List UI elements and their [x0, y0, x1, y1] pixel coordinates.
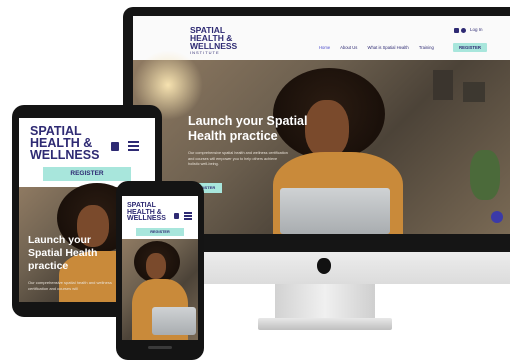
- tablet-logo[interactable]: SPATIAL HEALTH & WELLNESS: [30, 125, 100, 162]
- nav-home[interactable]: Home: [319, 45, 330, 50]
- tablet-menu-icon[interactable]: [128, 141, 139, 152]
- monitor-stand: [275, 284, 375, 322]
- tablet-register-button[interactable]: REGISTER: [43, 167, 131, 181]
- logo-line-3: WELLNESS: [190, 41, 238, 52]
- phone-cart-icon[interactable]: [174, 213, 179, 219]
- phone-hero-image: [122, 239, 198, 340]
- phone-home-indicator: [148, 346, 172, 349]
- tablet-logo-line-3: WELLNESS: [30, 147, 100, 162]
- desktop-hero-title-line-2: Health practice: [188, 129, 278, 143]
- nav-about[interactable]: About Us: [340, 45, 357, 50]
- phone-screen: SPATIAL HEALTH & WELLNESS REGISTER: [122, 196, 198, 340]
- monitor-stand-base: [258, 318, 392, 330]
- nav-what-is[interactable]: What is Spatial Health: [368, 45, 409, 50]
- tablet-hero-title-line-1: Launch your: [28, 234, 92, 246]
- phone-logo-line-3: WELLNESS: [127, 215, 166, 223]
- desktop-logo[interactable]: SPATIAL HEALTH & WELLNESS INSTITUTE: [190, 26, 237, 55]
- nav-training[interactable]: Training: [419, 45, 434, 50]
- tablet-hero-title: Launch your Spatial Health practice: [28, 234, 97, 273]
- desktop-nav: Home About Us What is Spatial Health Tra…: [319, 45, 434, 50]
- phone-menu-icon[interactable]: [184, 212, 192, 220]
- phone-register-button[interactable]: REGISTER: [136, 228, 184, 236]
- user-icon[interactable]: [461, 28, 466, 33]
- phone-logo[interactable]: SPATIAL HEALTH & WELLNESS: [127, 202, 166, 223]
- apple-logo-icon: [317, 258, 331, 274]
- desktop-header: SPATIAL HEALTH & WELLNESS INSTITUTE Log …: [133, 16, 510, 60]
- tablet-hero-title-line-2: Spatial Health: [28, 247, 98, 259]
- tablet-cart-icon[interactable]: [111, 142, 119, 151]
- tablet-hero-title-line-3: practice: [28, 260, 69, 272]
- desktop-hero-body: Our comprehensive spatial health and wel…: [188, 151, 288, 166]
- desktop-hero-title: Launch your Spatial Health practice: [188, 114, 307, 144]
- desktop-hero-title-line-1: Launch your Spatial: [188, 114, 308, 128]
- logo-sub: INSTITUTE: [190, 50, 220, 56]
- login-link[interactable]: Log In: [470, 27, 483, 32]
- cart-icon[interactable]: [454, 28, 459, 33]
- chat-widget-icon[interactable]: [491, 211, 503, 223]
- desktop-register-button[interactable]: REGISTER: [453, 43, 487, 52]
